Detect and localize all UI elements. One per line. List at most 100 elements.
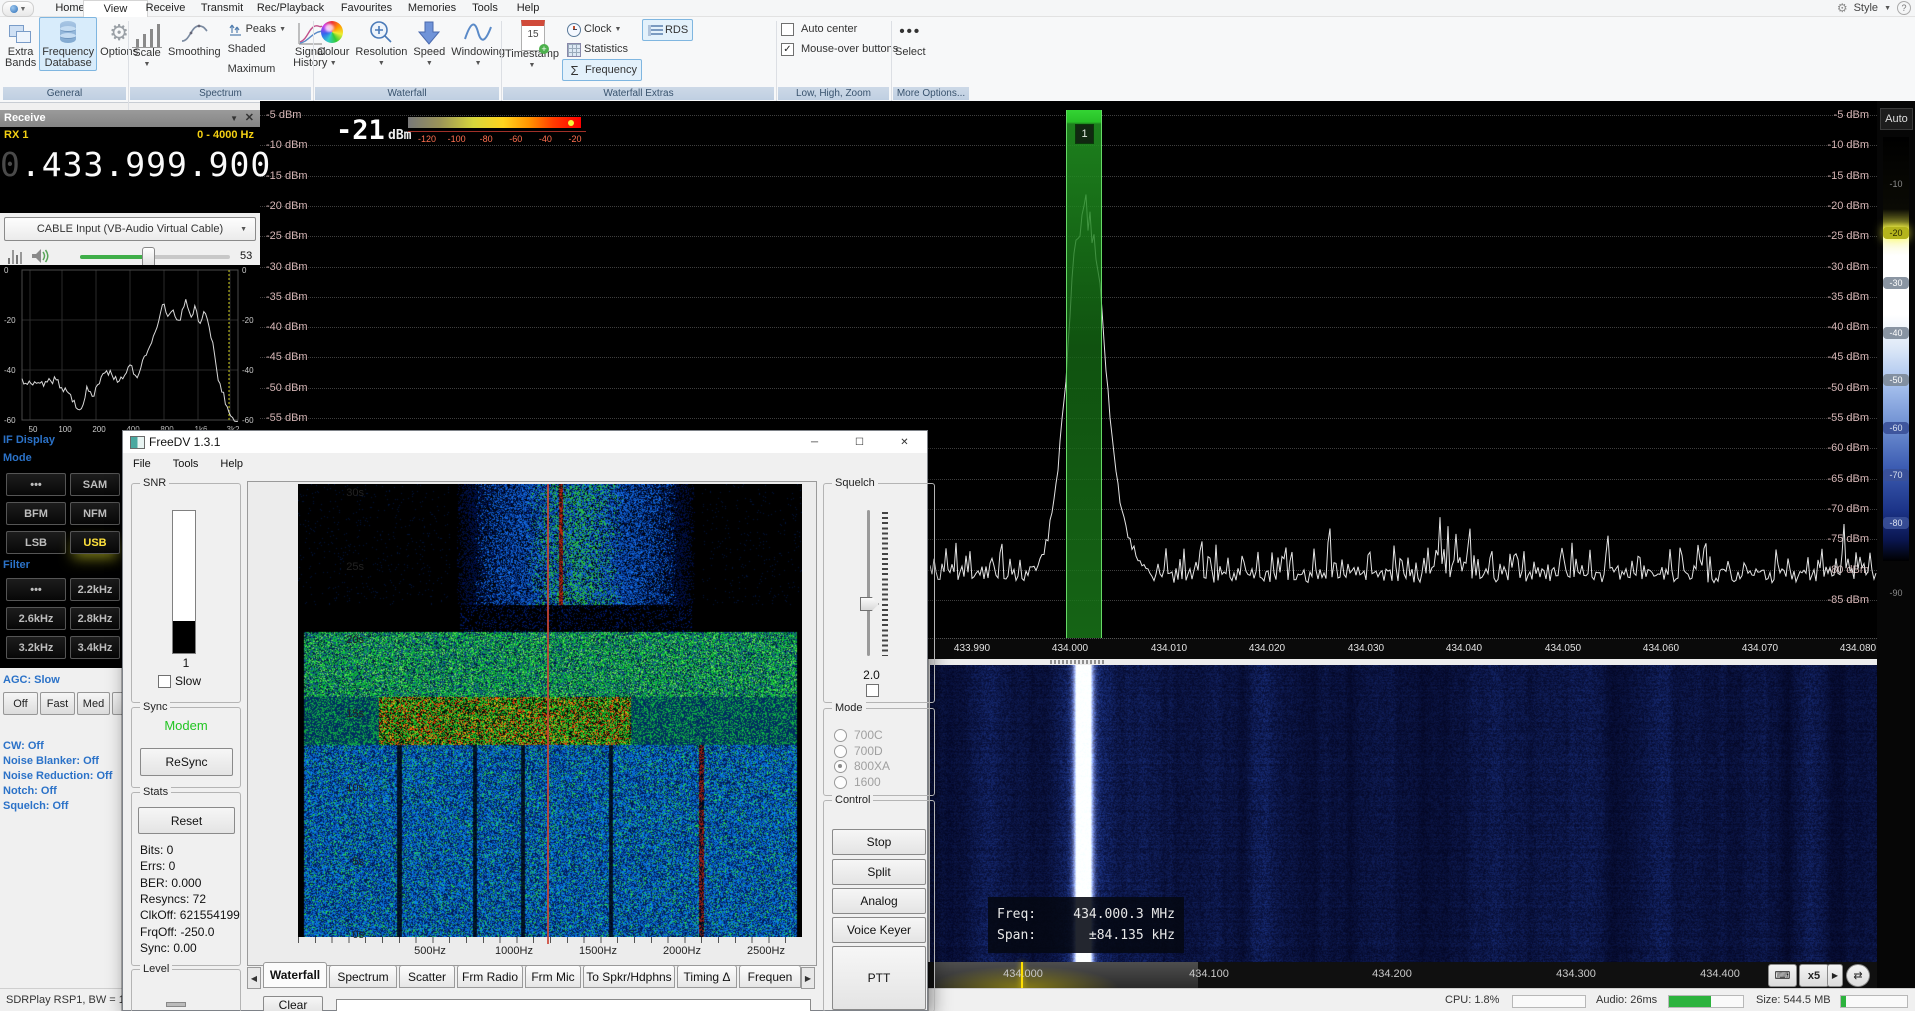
freedv-tab-tospkrhdphns[interactable]: To Spkr/Hdphns	[583, 965, 675, 988]
mode-button-LSB[interactable]: LSB	[6, 531, 66, 554]
close-button[interactable]: ✕	[882, 431, 927, 453]
radio-700D[interactable]	[834, 745, 847, 758]
receive-panel-header[interactable]: Receive ▼ ✕	[0, 110, 260, 127]
ribbon-item-maximum[interactable]: Maximum	[224, 59, 291, 79]
freedv-menu-tools[interactable]: Tools	[173, 458, 199, 470]
app-menu-button[interactable]: ▼	[2, 1, 34, 17]
mode-button-NFM[interactable]: NFM	[70, 502, 120, 525]
snr-slow-checkbox[interactable]: Slow	[158, 674, 201, 688]
help-icon[interactable]: ?	[1897, 1, 1911, 15]
ribbon-item-extrabands[interactable]: Extra Bands	[2, 17, 39, 71]
reset-button[interactable]: Reset	[138, 807, 235, 834]
filter-button-32kHz[interactable]: 3.2kHz	[6, 636, 66, 659]
ribbon-tab-help[interactable]: Help	[498, 1, 558, 16]
mode-button-SAM[interactable]: SAM	[70, 473, 120, 496]
ribbon-item-frequencydatabase[interactable]: Frequency Database	[39, 17, 97, 71]
control-button-analog[interactable]: Analog	[832, 888, 926, 914]
palette-label--50: -50	[1883, 374, 1909, 386]
minimize-button[interactable]: ─	[792, 431, 837, 453]
mode-button-BFM[interactable]: BFM	[6, 502, 66, 525]
ribbon-item-speed[interactable]: Speed▼	[410, 17, 448, 71]
control-button-ptt[interactable]: PTT	[832, 946, 926, 1010]
tab-scroll-right[interactable]: ▶	[801, 967, 815, 989]
resync-button[interactable]: ReSync	[140, 748, 233, 776]
dbm-label-left: -25 dBm	[266, 230, 308, 242]
gear-icon[interactable]: ⚙	[1837, 1, 1848, 15]
filter-button-28kHz[interactable]: 2.8kHz	[70, 607, 120, 630]
freedv-text-input[interactable]	[336, 999, 811, 1011]
filter-button-26kHz[interactable]: 2.6kHz	[6, 607, 66, 630]
ribbon-item-smoothing[interactable]: Smoothing	[165, 17, 224, 60]
agc-button-fast[interactable]: Fast	[40, 692, 75, 715]
ribbon-item-mouseoverbuttons[interactable]: ✓Mouse-over buttons	[777, 39, 902, 59]
freedv-tab-spectrum[interactable]: Spectrum	[329, 965, 397, 988]
rx-channel-band[interactable]: 1	[1066, 110, 1102, 638]
maximize-button[interactable]: ☐	[837, 431, 882, 453]
center-button[interactable]: ⇄	[1846, 964, 1870, 987]
freedv-window[interactable]: FreeDV 1.3.1 ─ ☐ ✕ FileToolsHelp SNR 1 S…	[122, 430, 928, 1011]
audio-device-select[interactable]: CABLE Input (VB-Audio Virtual Cable) ▼	[4, 217, 256, 241]
level-slider-thumb[interactable]	[166, 1002, 186, 1007]
speaker-icon[interactable]	[30, 247, 52, 265]
freedv-tab-frmradio[interactable]: Frm Radio	[457, 965, 523, 988]
style-menu[interactable]: Style	[1854, 2, 1878, 14]
close-icon[interactable]: ✕	[245, 110, 254, 127]
radio-800XA[interactable]	[834, 760, 847, 773]
colorbar-tick: -80	[480, 134, 493, 144]
ribbon-item-timestamp[interactable]: 15Timestamp▼	[502, 17, 562, 73]
zoom-factor-button[interactable]: x5	[1799, 964, 1829, 987]
freedv-waterfall-panel[interactable]: 30s25s20s15s10s5s0s 500Hz1000Hz1500Hz200…	[247, 481, 817, 966]
ribbon-item-autocenter[interactable]: Auto center	[777, 19, 902, 39]
mode-button-USB[interactable]: USB	[70, 531, 120, 554]
control-button-split[interactable]: Split	[832, 859, 926, 885]
ribbon-item-frequency[interactable]: ΣFrequency	[562, 59, 642, 81]
squelch-slider-track[interactable]	[867, 510, 870, 656]
ribbon-item-rds[interactable]: RDS	[642, 19, 693, 41]
main-waterfall[interactable]: Freq:434.000.3 MHz Span:±84.135 kHz	[930, 665, 1877, 962]
filter-button-22kHz[interactable]: 2.2kHz	[70, 578, 120, 601]
checkbox-checked-icon[interactable]: ✓	[781, 43, 794, 56]
mode-button-[interactable]: •••	[6, 473, 66, 496]
control-button-voicekeyer[interactable]: Voice Keyer	[832, 917, 926, 943]
keyboard-entry-button[interactable]: ⌨	[1768, 964, 1797, 987]
ribbon-item-clock[interactable]: Clock▼	[562, 19, 642, 39]
radio-1600[interactable]	[834, 776, 847, 789]
agc-button-med[interactable]: Med	[77, 692, 110, 715]
panel-menu-icon[interactable]: ▼	[230, 110, 238, 127]
chevron-down-icon[interactable]: ▼	[1884, 5, 1891, 12]
radio-700C[interactable]	[834, 729, 847, 742]
auto-scale-button[interactable]: Auto	[1880, 108, 1913, 130]
clear-button[interactable]: Clear	[263, 996, 323, 1011]
ribbon-item-peaks[interactable]: Peaks▼	[224, 19, 291, 39]
zoom-menu-arrow[interactable]: ▶	[1827, 964, 1843, 987]
ribbon-item-scale[interactable]: Scale▼	[129, 17, 165, 72]
squelch-slider-thumb[interactable]	[860, 597, 879, 611]
ribbon-item-statistics[interactable]: Statistics	[562, 39, 642, 59]
ribbon-item-windowing[interactable]: Windowing▼	[448, 17, 508, 71]
squelch-checkbox[interactable]	[866, 684, 879, 697]
freedv-menu-help[interactable]: Help	[220, 458, 243, 470]
palette-gradient-bar[interactable]	[1883, 137, 1909, 561]
filter-button-34kHz[interactable]: 3.4kHz	[70, 636, 120, 659]
ribbon-item-shaded[interactable]: Shaded	[224, 39, 291, 59]
filter-button-[interactable]: •••	[6, 578, 66, 601]
ribbon-item-resolution[interactable]: Resolution▼	[352, 17, 410, 71]
freedv-tab-scatter[interactable]: Scatter	[399, 965, 455, 988]
control-button-stop[interactable]: Stop	[832, 829, 926, 855]
ribbon-item-colour[interactable]: Colour▼	[314, 17, 352, 71]
ribbon-group-items: Scale▼SmoothingPeaks▼ShadedMaximumSignal…	[129, 17, 312, 87]
frequency-display[interactable]: 0.433.999.900	[0, 145, 256, 184]
freedv-tab-frequen[interactable]: Frequen	[739, 965, 801, 988]
ribbon-item-select[interactable]: •••Select	[892, 17, 929, 60]
equalizer-icon[interactable]	[8, 250, 22, 264]
agc-button-off[interactable]: Off	[3, 692, 38, 715]
checkbox-icon[interactable]	[781, 23, 794, 36]
freedv-menu-file[interactable]: File	[133, 458, 151, 470]
freedv-tab-timing[interactable]: Timing Δ	[677, 965, 737, 988]
freedv-tab-waterfall[interactable]: Waterfall	[263, 962, 327, 988]
freedv-tab-frmmic[interactable]: Frm Mic	[525, 965, 581, 988]
ribbon-column: Peaks▼ShadedMaximum	[224, 17, 291, 79]
freedv-titlebar[interactable]: FreeDV 1.3.1 ─ ☐ ✕	[123, 431, 927, 453]
dbm-label-left: -50 dBm	[266, 382, 308, 394]
tab-scroll-left[interactable]: ◀	[247, 967, 261, 989]
